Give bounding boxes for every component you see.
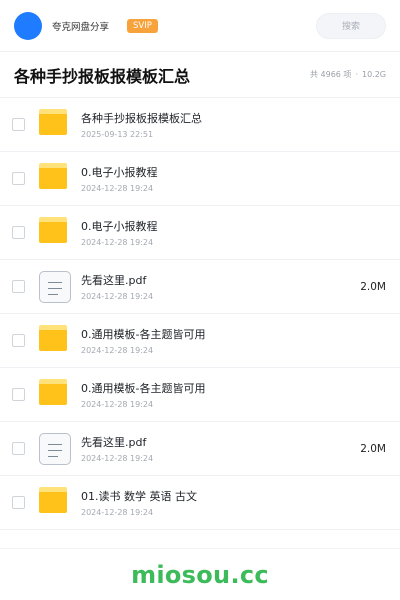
select-checkbox[interactable] xyxy=(12,280,25,293)
list-item[interactable]: 0.通用模板-各主题皆可用 2024-12-28 19:24 xyxy=(0,314,400,368)
item-meta: 先看这里.pdf 2024-12-28 19:24 xyxy=(81,272,153,301)
folder-icon xyxy=(39,324,71,357)
list-item[interactable]: 0.电子小报教程 2024-12-28 19:24 xyxy=(0,206,400,260)
folder-summary: 共 4966 项 · 10.2G xyxy=(310,69,386,80)
folder-icon xyxy=(39,378,71,411)
item-name[interactable]: 各种手抄报板报模板汇总 xyxy=(81,110,202,126)
item-name[interactable]: 01.读书 数学 英语 古文 xyxy=(81,488,197,504)
item-name[interactable]: 0.通用模板-各主题皆可用 xyxy=(81,326,205,342)
select-checkbox[interactable] xyxy=(12,118,25,131)
page-title: 各种手抄报板报模板汇总 xyxy=(14,66,191,86)
folder-header: 各种手抄报板报模板汇总 共 4966 项 · 10.2G xyxy=(0,52,400,98)
item-meta: 0.通用模板-各主题皆可用 2024-12-28 19:24 xyxy=(81,380,205,409)
item-date: 2024-12-28 19:24 xyxy=(81,346,154,355)
item-date: 2024-12-28 19:24 xyxy=(81,508,154,517)
item-size: 2.0M xyxy=(360,442,386,455)
list-item[interactable]: 先看这里.pdf 2024-12-28 19:24 2.0M xyxy=(0,422,400,476)
top-bar: 夸克网盘分享 SVIP 搜索 xyxy=(0,0,400,52)
site-name[interactable]: 夸克网盘分享 xyxy=(52,19,109,33)
select-checkbox[interactable] xyxy=(12,496,25,509)
site-watermark[interactable]: miosou.cc xyxy=(131,561,269,589)
item-meta: 0.电子小报教程 2024-12-28 19:24 xyxy=(81,164,158,193)
list-item[interactable]: 先看这里.pdf 2024-12-28 19:24 2.0M xyxy=(0,260,400,314)
search-input[interactable]: 搜索 xyxy=(316,12,386,39)
list-item[interactable]: 各种手抄报板报模板汇总 2025-09-13 22:51 xyxy=(0,98,400,152)
item-size: 2.0M xyxy=(360,280,386,293)
item-meta: 0.电子小报教程 2024-12-28 19:24 xyxy=(81,218,158,247)
item-name[interactable]: 0.电子小报教程 xyxy=(81,218,158,234)
folder-icon xyxy=(39,216,71,249)
list-item[interactable]: 0.通用模板-各主题皆可用 2024-12-28 19:24 xyxy=(0,368,400,422)
item-date: 2024-12-28 19:24 xyxy=(81,400,154,409)
folder-icon xyxy=(39,162,71,195)
item-name[interactable]: 先看这里.pdf xyxy=(81,434,153,450)
item-date: 2024-12-28 19:24 xyxy=(81,184,154,193)
item-meta: 01.读书 数学 英语 古文 2024-12-28 19:24 xyxy=(81,488,197,517)
svip-badge: SVIP xyxy=(127,18,158,33)
avatar[interactable] xyxy=(14,11,42,40)
item-meta: 各种手抄报板报模板汇总 2025-09-13 22:51 xyxy=(81,110,202,139)
select-checkbox[interactable] xyxy=(12,388,25,401)
total-size: 10.2G xyxy=(361,70,386,79)
document-icon xyxy=(39,270,71,303)
folder-icon xyxy=(39,486,71,519)
item-meta: 0.通用模板-各主题皆可用 2024-12-28 19:24 xyxy=(81,326,205,355)
select-checkbox[interactable] xyxy=(12,334,25,347)
footer: miosou.cc xyxy=(0,548,400,600)
item-count: 共 4966 项 xyxy=(309,70,352,79)
select-checkbox[interactable] xyxy=(12,226,25,239)
folder-icon xyxy=(39,108,71,141)
item-name[interactable]: 0.通用模板-各主题皆可用 xyxy=(81,380,205,396)
document-icon xyxy=(39,432,71,465)
item-date: 2025-09-13 22:51 xyxy=(81,130,154,139)
select-checkbox[interactable] xyxy=(12,172,25,185)
item-meta: 先看这里.pdf 2024-12-28 19:24 xyxy=(81,434,153,463)
list-item[interactable]: 0.电子小报教程 2024-12-28 19:24 xyxy=(0,152,400,206)
file-list: 各种手抄报板报模板汇总 2025-09-13 22:51 0.电子小报教程 20… xyxy=(0,98,400,530)
item-name[interactable]: 先看这里.pdf xyxy=(81,272,153,288)
summary-separator: · xyxy=(355,70,358,79)
select-checkbox[interactable] xyxy=(12,442,25,455)
item-name[interactable]: 0.电子小报教程 xyxy=(81,164,158,180)
item-date: 2024-12-28 19:24 xyxy=(81,454,154,463)
list-item[interactable]: 01.读书 数学 英语 古文 2024-12-28 19:24 xyxy=(0,476,400,530)
item-date: 2024-12-28 19:24 xyxy=(81,292,154,301)
item-date: 2024-12-28 19:24 xyxy=(81,238,154,247)
